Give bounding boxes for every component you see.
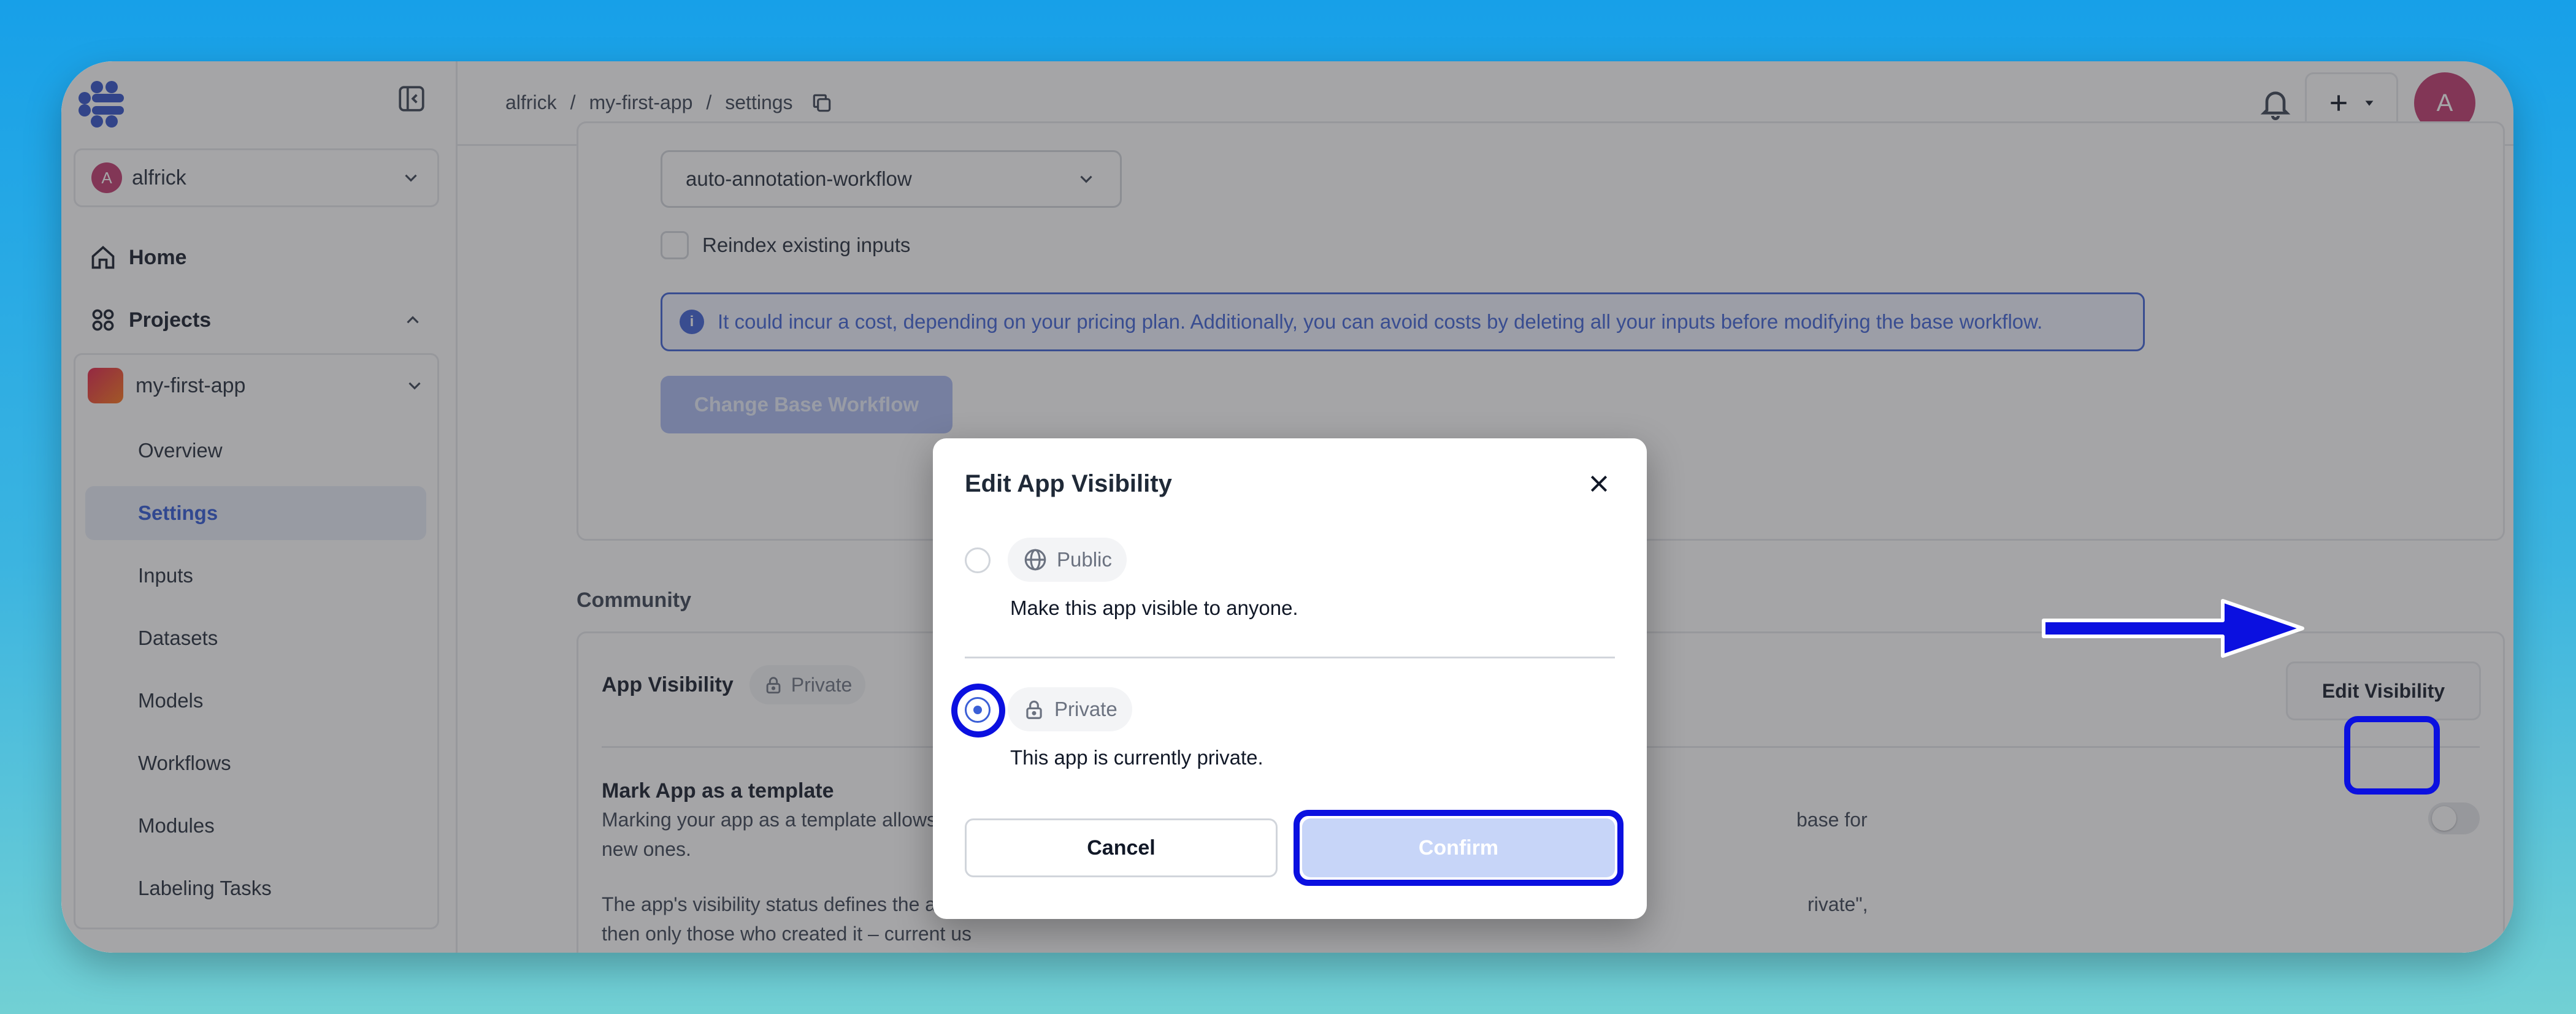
public-radio[interactable] [965,547,991,573]
globe-icon [1024,549,1046,571]
private-option-label: Private [1054,698,1117,720]
confirm-highlight [1294,810,1623,886]
cancel-button[interactable]: Cancel [965,818,1278,877]
app-window: A alfrick Home Projects my-first-app Ove… [61,61,2513,953]
modal-divider [965,657,1615,658]
private-option-desc: This app is currently private. [1010,746,1263,769]
radio-highlight [951,684,1005,738]
close-icon[interactable] [1587,471,1611,496]
lock-icon [1026,700,1042,719]
modal-title: Edit App Visibility [965,470,1172,497]
public-option-desc: Make this app visible to anyone. [1010,597,1298,619]
arrow-annotation [2042,599,2304,658]
public-option-badge[interactable]: Public [1008,538,1127,582]
edit-visibility-modal: Edit App Visibility Public Make this app… [933,438,1647,919]
private-option-badge[interactable]: Private [1008,687,1132,731]
public-option-label: Public [1057,548,1112,571]
toggle-highlight [2344,716,2440,795]
